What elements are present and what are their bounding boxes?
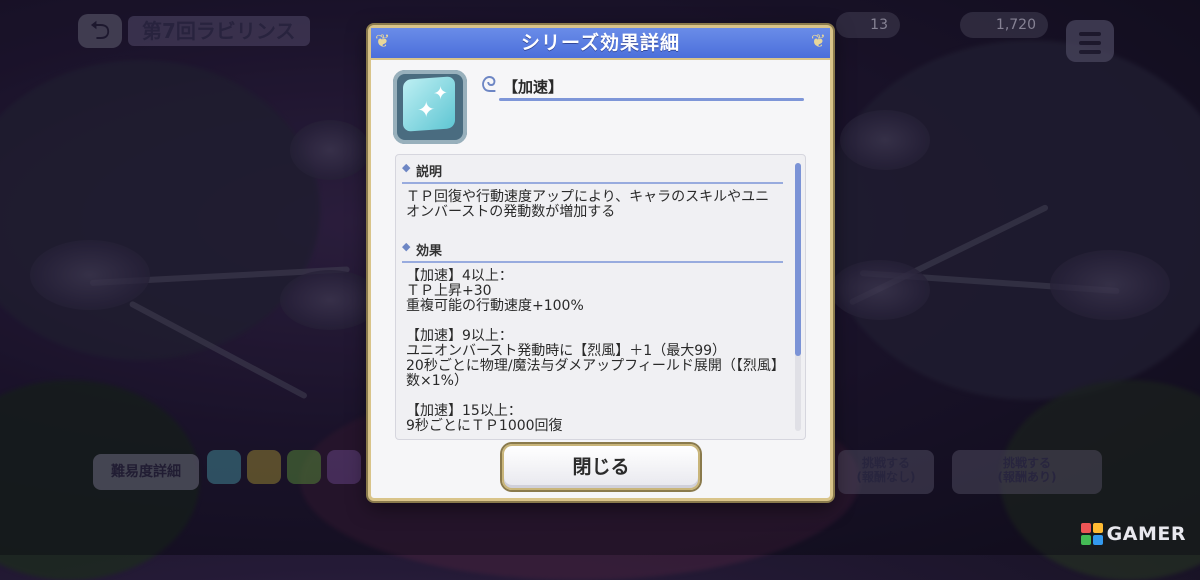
accel-effect-icon: ✦ ✦ bbox=[393, 70, 467, 144]
effect-detail-scrollbox[interactable]: 説明 ＴＰ回復や行動速度アップにより、キャラのスキルやユニオンバーストの発動数が… bbox=[395, 154, 806, 440]
dialog-title: シリーズ効果詳細 bbox=[520, 32, 681, 54]
section-heading-effects: 効果 bbox=[402, 238, 783, 263]
section-heading-description: 説明 bbox=[402, 159, 783, 184]
effect-name-row: ᘓ 【加速】 bbox=[481, 73, 804, 101]
gamer-logo-icon bbox=[1080, 523, 1103, 545]
scrollbar[interactable] bbox=[795, 163, 801, 431]
effect-name: 【加速】 bbox=[503, 78, 564, 96]
swirl-icon: ᘓ bbox=[481, 73, 497, 98]
divider bbox=[499, 98, 804, 101]
watermark-text: GAMER bbox=[1106, 523, 1186, 545]
close-button[interactable]: 閉じる bbox=[502, 444, 700, 490]
effects-text: 【加速】4以上： ＴＰ上昇+30 重複可能の行動速度+100% 【加速】9以上：… bbox=[406, 268, 778, 434]
description-text: ＴＰ回復や行動速度アップにより、キャラのスキルやユニオンバーストの発動数が増加す… bbox=[406, 189, 770, 220]
dialog-header: ❦ ❦ シリーズ効果詳細 bbox=[371, 28, 830, 60]
scrollbar-thumb[interactable] bbox=[795, 163, 801, 356]
gamer-watermark: GAMER bbox=[1080, 523, 1186, 545]
series-effect-dialog: ❦ ❦ シリーズ効果詳細 ✦ ✦ ᘓ 【加速】 説明 ＴＰ回復や行動速度アップに… bbox=[368, 25, 833, 501]
